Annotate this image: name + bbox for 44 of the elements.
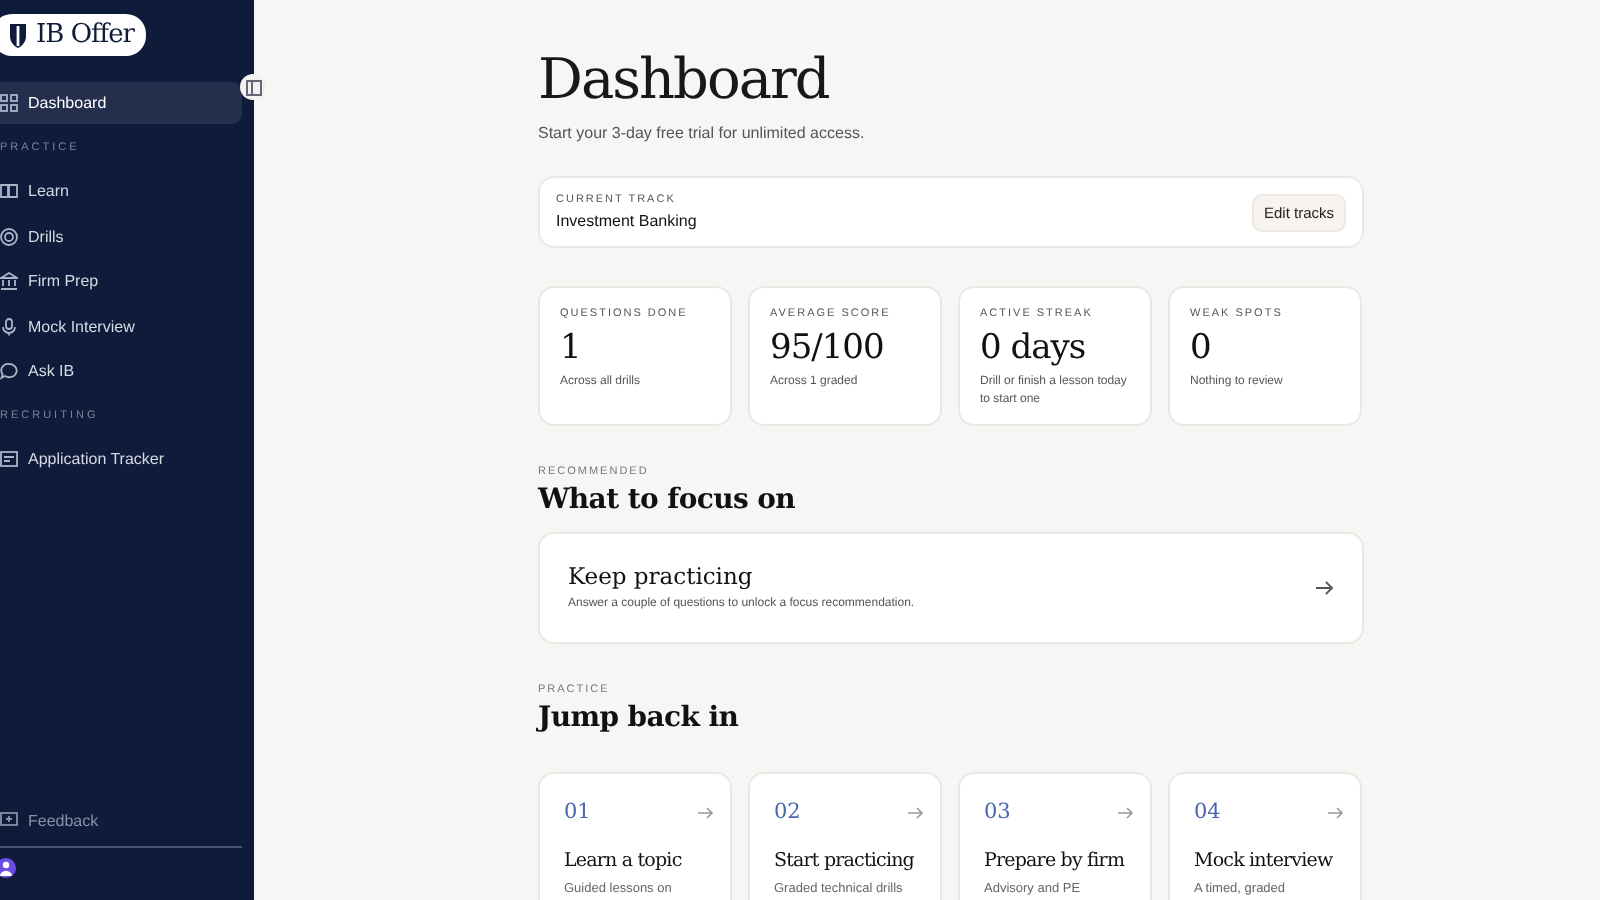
microphone-icon — [0, 317, 18, 335]
arrow-right-icon — [1118, 805, 1134, 819]
card-title: Mock interview — [1194, 850, 1335, 872]
nav-item[interactable]: Drills — [0, 215, 242, 257]
card-title: Prepare by firm — [984, 850, 1127, 872]
card-number: 02 — [774, 800, 801, 824]
card-number: 04 — [1194, 800, 1221, 824]
card-title: Start practicing — [774, 850, 916, 872]
card-title: Learn a topic — [564, 850, 684, 872]
nav-item[interactable]: Mock Interview — [0, 305, 242, 347]
message-icon — [0, 812, 18, 828]
nav-item[interactable]: Learn — [0, 170, 242, 212]
arrow-right-icon — [908, 805, 924, 819]
collapse-sidebar-button[interactable] — [240, 74, 266, 100]
logo-text: IB Offer — [36, 20, 135, 50]
track-value: Investment Banking — [556, 212, 697, 230]
target-icon — [0, 227, 18, 245]
focus-title: Keep practicing — [568, 562, 755, 590]
feedback-link[interactable]: Feedback — [0, 811, 254, 829]
grid-icon — [0, 94, 18, 112]
arrow-right-icon — [698, 805, 714, 819]
stat-value: 0 days — [980, 328, 1088, 368]
nav-item[interactable]: Dashboard — [0, 82, 242, 124]
stat-value: 95/100 — [770, 328, 886, 368]
shield-icon — [8, 22, 28, 48]
arrow-right-icon — [1328, 805, 1344, 819]
arrow-right-icon — [1316, 580, 1334, 596]
section-heading: What to focus on — [538, 484, 798, 516]
avatar[interactable] — [0, 858, 16, 878]
stat-value: 0 — [1190, 328, 1213, 368]
stat-value: 1 — [560, 328, 583, 368]
card-number: 01 — [564, 800, 591, 824]
bank-icon — [0, 272, 18, 290]
speech-bubble-icon — [0, 362, 18, 380]
logo[interactable]: IB Offer — [0, 14, 147, 56]
nav-item[interactable]: Application Tracker — [0, 438, 242, 480]
nav-item[interactable]: Firm Prep — [0, 260, 242, 302]
card-number: 03 — [984, 800, 1011, 824]
page-title: Dashboard — [538, 44, 831, 116]
subtitle: Start your 3-day free trial for unlimited access. — [538, 124, 867, 142]
nav-item[interactable]: Ask IB — [0, 350, 242, 392]
list-icon — [0, 450, 18, 468]
section-heading: Jump back in — [538, 702, 741, 734]
book-icon — [0, 182, 18, 200]
